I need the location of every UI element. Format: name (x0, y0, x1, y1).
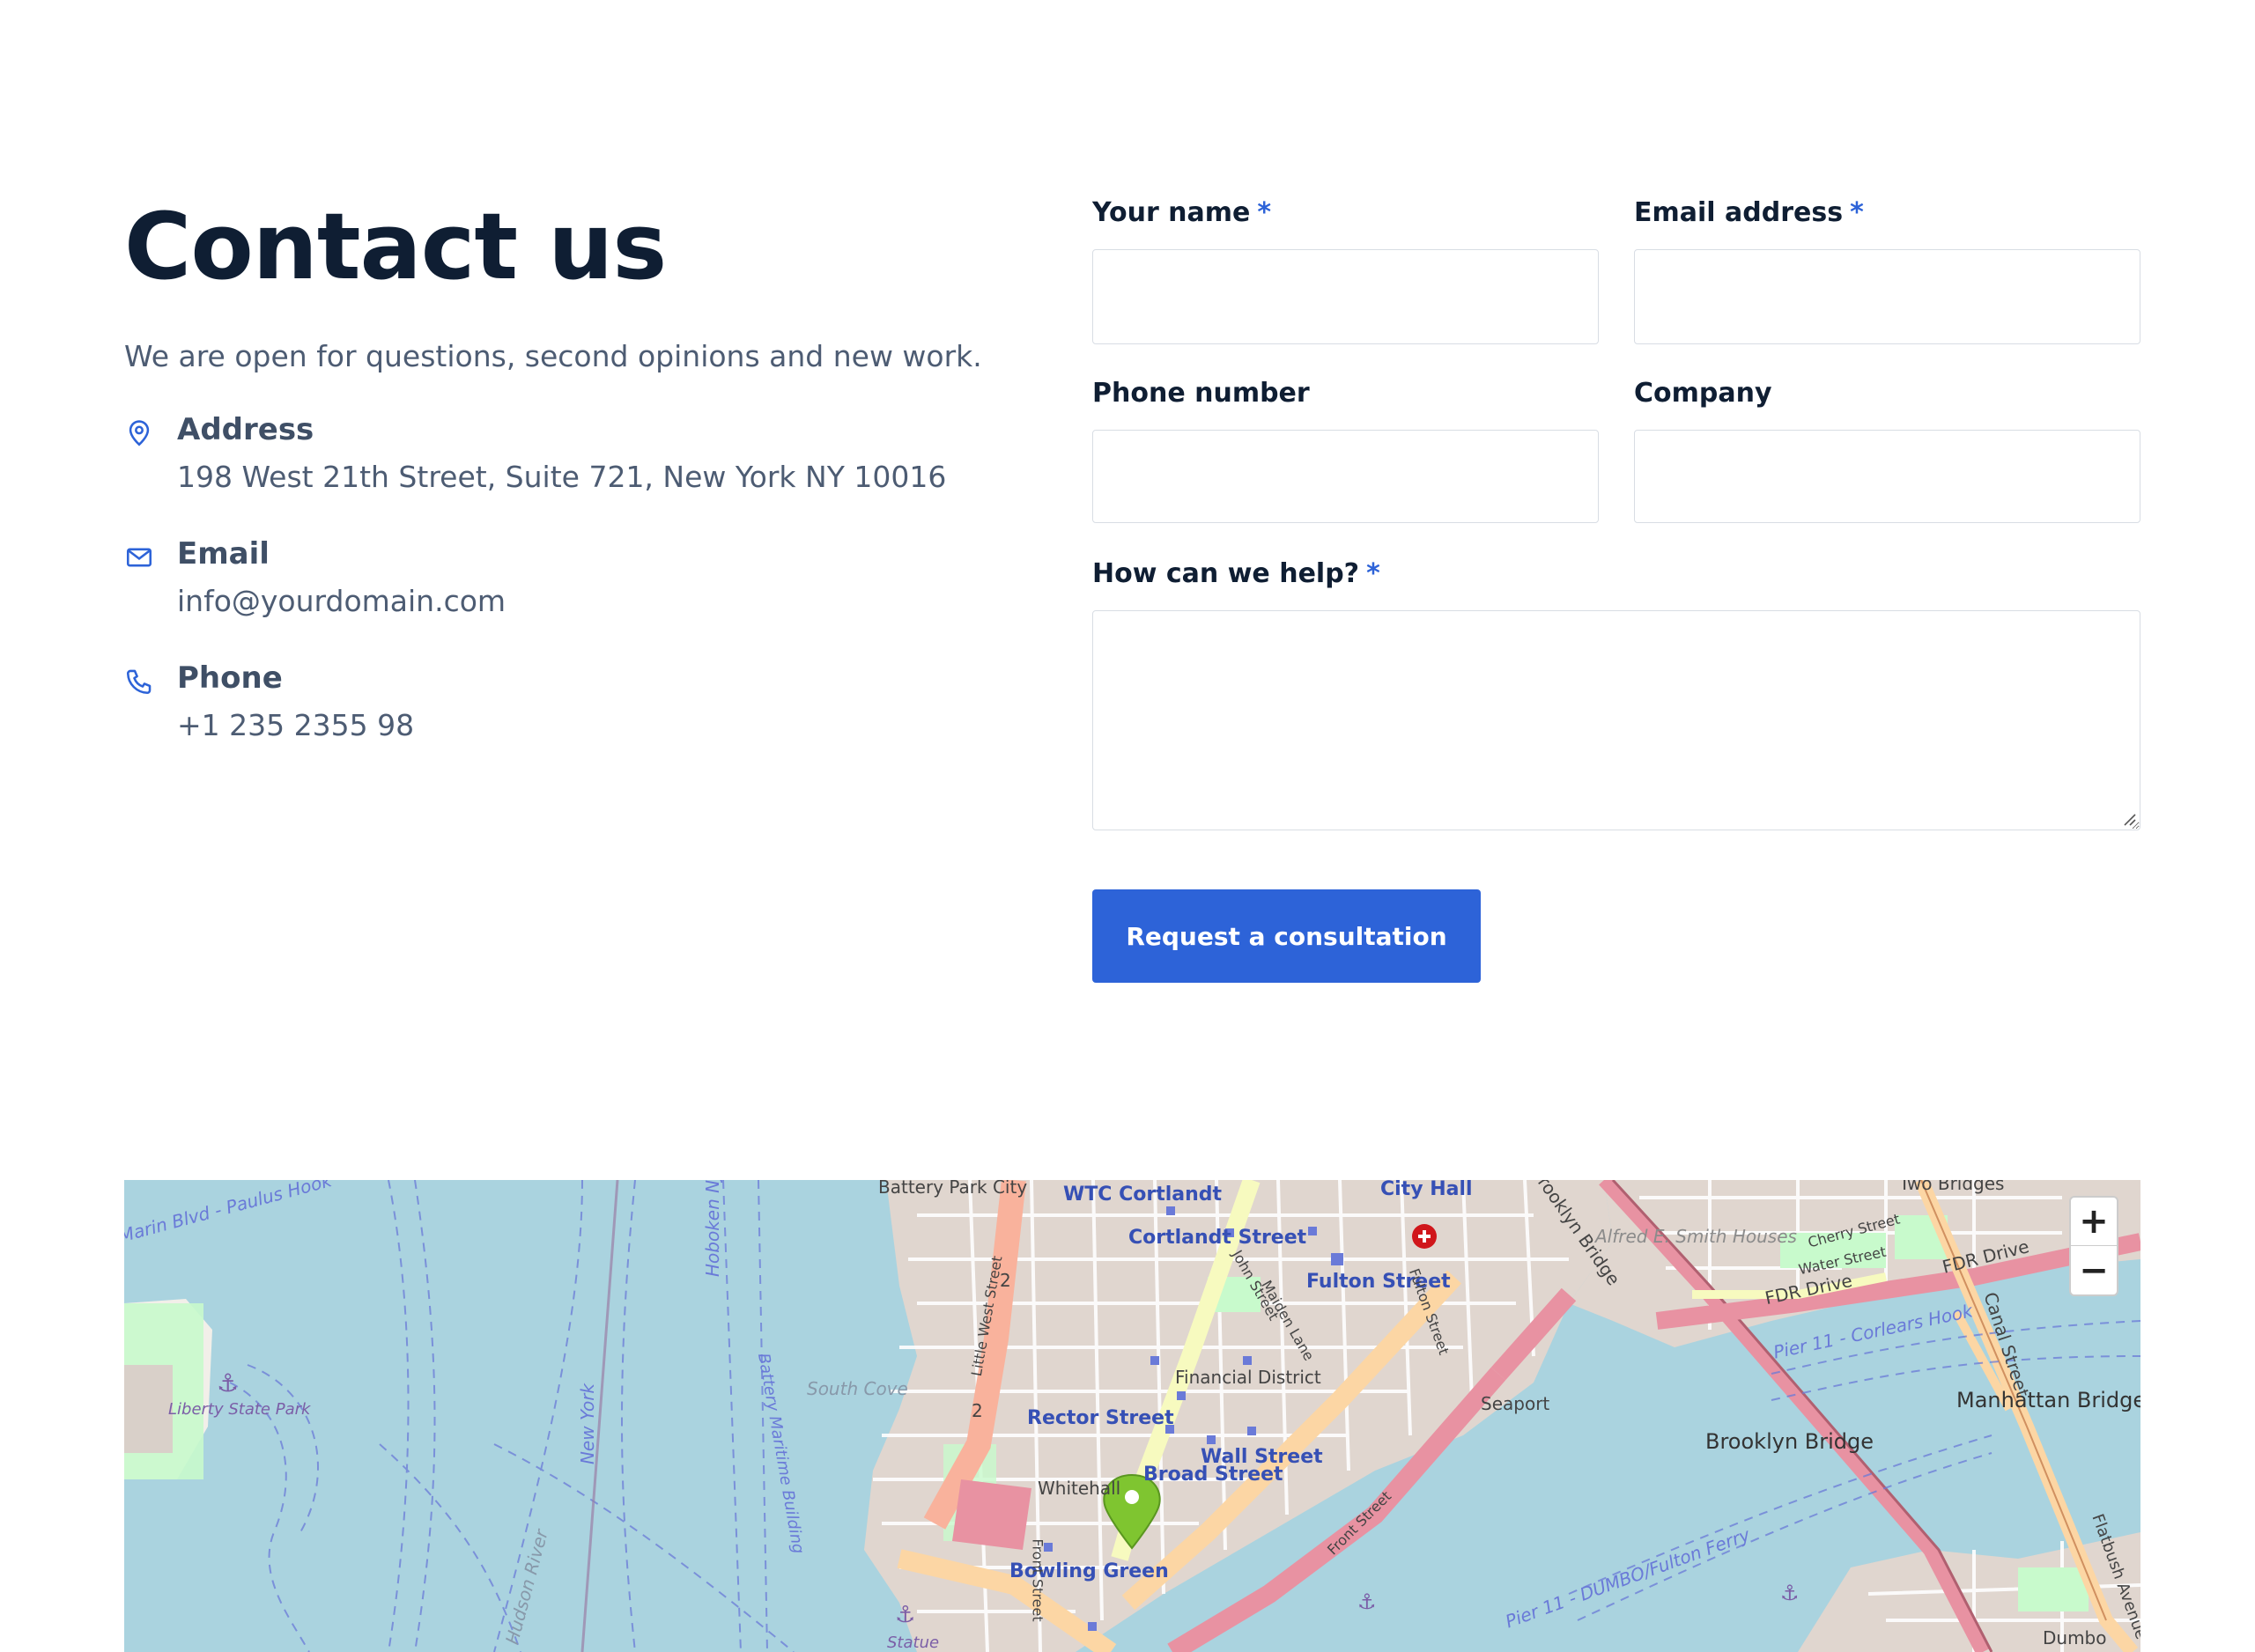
help-textarea[interactable] (1092, 610, 2140, 830)
map-label-brooklyn-bridge: Brooklyn Bridge (1705, 1429, 1874, 1454)
svg-text:⚓: ⚓ (1780, 1581, 1800, 1605)
map-label-whitehall: Whitehall (1038, 1478, 1121, 1499)
name-input[interactable] (1092, 249, 1599, 344)
map-label-wtc-cortlandt: WTC Cortlandt (1063, 1184, 1223, 1206)
email-input[interactable] (1634, 249, 2140, 344)
phone-input[interactable] (1092, 430, 1599, 523)
request-consultation-button[interactable]: Request a consultation (1092, 889, 1481, 983)
help-label-text: How can we help? (1092, 558, 1360, 589)
contact-form: Your name * Email address * Phone number C… (1092, 189, 2140, 983)
zoom-in-button[interactable]: + (2071, 1198, 2117, 1246)
phone-label: Phone (177, 660, 283, 696)
map-label-alfred-smith: Alfred E. Smith Houses (1595, 1226, 1797, 1247)
address-value: 198 West 21th Street, Suite 721, New Yor… (177, 460, 947, 494)
location-map[interactable]: ⚓ ⚓ ⚓ ⚓ Battery Park City WTC Cortlandt … (124, 1180, 2140, 1652)
svg-text:⚓: ⚓ (895, 1602, 915, 1628)
svg-text:⚓: ⚓ (217, 1368, 239, 1398)
required-mark: * (1850, 197, 1864, 228)
resize-handle-icon[interactable] (2121, 811, 2137, 827)
zoom-out-button[interactable]: − (2071, 1246, 2117, 1294)
map-label-financial-district: Financial District (1175, 1367, 1321, 1388)
map-label-liberty-state-park: Liberty State Park (168, 1400, 311, 1419)
map-label-route-2: 2 (1000, 1270, 1011, 1291)
email-label-text: Email address (1634, 197, 1844, 228)
map-pin-icon (129, 420, 150, 446)
map-label-broad-street: Broad Street (1143, 1464, 1283, 1486)
map-label-front-street-2: Front Street (1029, 1538, 1046, 1622)
phone-value[interactable]: +1 235 2355 98 (177, 705, 414, 746)
map-label-route-2b: 2 (972, 1400, 983, 1421)
mail-icon (126, 548, 152, 567)
contact-lead-text: We are open for questions, second opinio… (124, 339, 982, 373)
phone-icon (126, 669, 152, 695)
map-label-cortlandt-street: Cortlandt Street (1128, 1227, 1307, 1249)
company-input[interactable] (1634, 430, 2140, 523)
contact-info-section: Contact us We are open for questions, se… (124, 189, 1005, 742)
email-value[interactable]: info@yourdomain.com (177, 581, 506, 622)
required-mark: * (1366, 558, 1380, 589)
map-label-city-hall: City Hall (1380, 1180, 1473, 1200)
map-label-manhattan-bridge: Manhattan Bridge (1956, 1388, 2140, 1412)
map-label-seaport: Seaport (1481, 1393, 1550, 1414)
address-label: Address (177, 412, 314, 447)
email-label: Email (177, 536, 270, 572)
map-label-two-bridges: Two Bridges (1899, 1180, 2005, 1194)
required-mark: * (1257, 197, 1272, 228)
map-label-rector-street: Rector Street (1027, 1407, 1174, 1429)
map-zoom-control: + − (2069, 1196, 2118, 1296)
svg-text:⚓: ⚓ (1357, 1589, 1377, 1614)
map-label-new-york: New York (577, 1383, 599, 1465)
map-label-hoboken-nj: Hoboken NJ (702, 1180, 723, 1277)
map-label-south-cove: South Cove (807, 1378, 908, 1399)
map-label-battery-park-city: Battery Park City (878, 1180, 1028, 1198)
email-field-label: Email address * (1634, 189, 1864, 237)
help-field-label: How can we help? * (1092, 550, 1380, 598)
page-title: Contact us (124, 193, 667, 300)
phone-field-label: Phone number (1092, 378, 1310, 409)
name-label-text: Your name (1092, 197, 1251, 228)
name-field-label: Your name * (1092, 189, 1271, 237)
map-label-dumbo: Dumbo (2043, 1627, 2107, 1648)
company-field-label: Company (1634, 378, 1772, 409)
map-label-statue: Statue (887, 1634, 940, 1652)
